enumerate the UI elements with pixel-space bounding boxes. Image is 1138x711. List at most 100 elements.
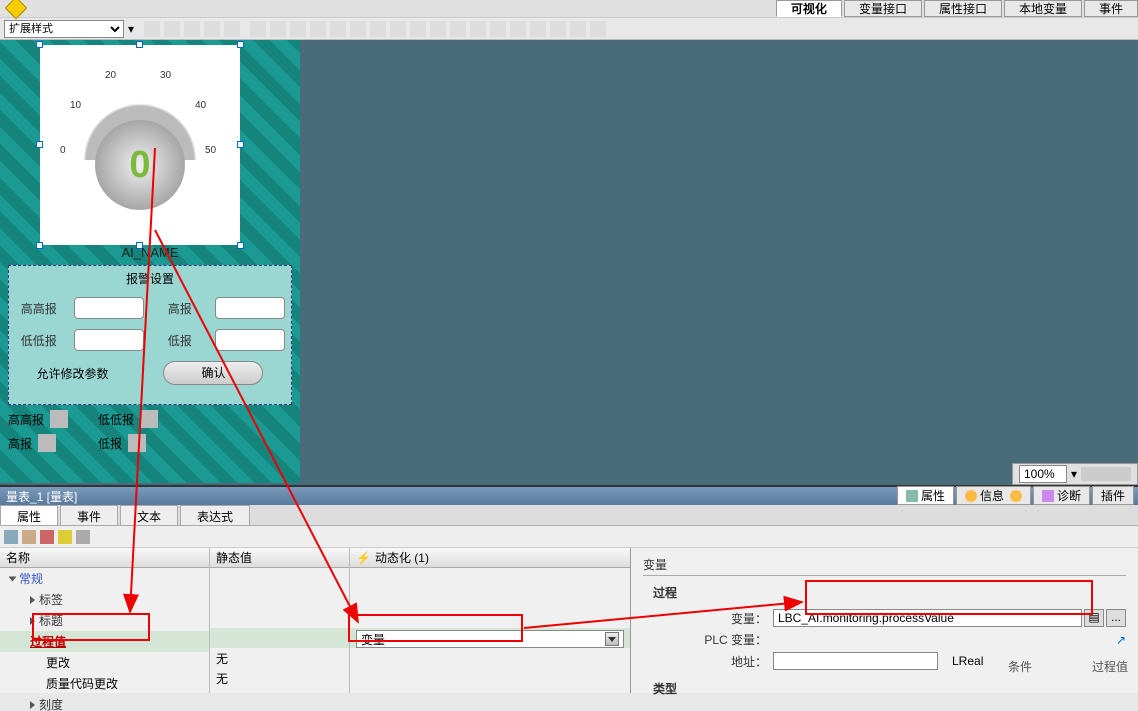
datatype-value: LReal (948, 654, 1008, 668)
object-title: 量表_1 [量表] (6, 490, 77, 504)
zoom-input[interactable] (1019, 465, 1067, 483)
addr-input[interactable] (773, 652, 938, 670)
tab-visualization[interactable]: 可视化 (776, 0, 842, 17)
filter-icon[interactable] (40, 530, 54, 544)
gauge-widget[interactable]: 0 10 20 30 40 50 0 (40, 45, 240, 245)
tree-scale[interactable]: 刻度 (0, 694, 209, 711)
col-head-name[interactable]: 名称 (0, 548, 209, 568)
subtab-expr[interactable]: 表达式 (180, 505, 250, 525)
tool-btn[interactable] (144, 21, 160, 37)
tree-tag[interactable]: 标签 (0, 589, 209, 610)
tree-change[interactable]: 更改 (0, 652, 209, 673)
tool-btn[interactable] (330, 21, 346, 37)
lolo-label: 低低报 (15, 332, 63, 349)
tool-btn[interactable] (530, 21, 546, 37)
chevron-down-icon[interactable] (605, 632, 619, 646)
zoom-slider[interactable] (1081, 467, 1131, 481)
plc-label: PLC 变量： (653, 631, 773, 648)
tool-btn[interactable] (290, 21, 306, 37)
variable-input[interactable] (773, 609, 1082, 627)
tool-btn[interactable] (164, 21, 180, 37)
tool-btn[interactable] (570, 21, 586, 37)
tool-btn[interactable] (410, 21, 426, 37)
alarm-title: 报警设置 (9, 270, 291, 287)
tree-title[interactable]: 标题 (0, 610, 209, 631)
tab-prop-interface[interactable]: 属性接口 (924, 0, 1002, 17)
tool-btn[interactable] (270, 21, 286, 37)
tool-btn[interactable] (550, 21, 566, 37)
tool-btn[interactable] (590, 21, 606, 37)
property-subtabs: 属性 事件 文本 表达式 (0, 505, 1138, 526)
style-select[interactable]: 扩展样式 (4, 20, 124, 38)
tool-btn[interactable] (224, 21, 240, 37)
col-head-dynamic[interactable]: ⚡动态化 (1) (350, 548, 630, 568)
subtab-text[interactable]: 文本 (120, 505, 178, 525)
tool-btn[interactable] (204, 21, 220, 37)
tab-events[interactable]: 事件 (1084, 0, 1138, 17)
selection-handle[interactable] (36, 141, 43, 148)
faceplate[interactable]: 0 10 20 30 40 50 0 AI_NAME 报警设置 高高报 高报 (0, 40, 300, 483)
col-head-static[interactable]: 静态值 (210, 548, 349, 568)
ptab-plugin[interactable]: 插件 (1092, 486, 1134, 505)
selection-handle[interactable] (237, 41, 244, 48)
subtab-properties[interactable]: 属性 (0, 505, 58, 525)
selection-handle[interactable] (237, 141, 244, 148)
tool-btn[interactable] (350, 21, 366, 37)
hihi-label: 高高报 (15, 300, 63, 317)
main-tabs: 可视化 变量接口 属性接口 本地变量 事件 (774, 0, 1138, 17)
ptab-info[interactable]: 信息 (956, 486, 1031, 505)
hi-input[interactable] (215, 297, 285, 319)
allow-edit-label: 允许修改参数 (36, 365, 108, 382)
selection-handle[interactable] (136, 41, 143, 48)
selection-handle[interactable] (36, 41, 43, 48)
tool-btn[interactable] (390, 21, 406, 37)
property-titlebar: 量表_1 [量表] 属性 信息 诊断 插件 (0, 485, 1138, 505)
filter-icon[interactable] (22, 530, 36, 544)
confirm-button[interactable]: 确认 (163, 361, 263, 385)
tool-btn[interactable] (490, 21, 506, 37)
static-cell-process[interactable] (210, 628, 349, 648)
design-canvas[interactable]: 0 10 20 30 40 50 0 AI_NAME 报警设置 高高报 高报 (0, 40, 1138, 485)
tool-btn[interactable] (310, 21, 326, 37)
tool-btn[interactable] (450, 21, 466, 37)
hihi-input[interactable] (74, 297, 144, 319)
dynamic-cell-process[interactable]: 变量 (350, 628, 630, 648)
toolbar: 扩展样式 ▾ (0, 18, 1138, 40)
tool-btn[interactable] (184, 21, 200, 37)
tool-btn[interactable] (470, 21, 486, 37)
dynamic-column: ⚡动态化 (1) 变量 (350, 548, 630, 693)
static-cell-change: 无 (210, 648, 349, 668)
type-group: 类型 (653, 678, 1126, 699)
variable-group: 变量 (643, 554, 1126, 576)
top-bar: 可视化 变量接口 属性接口 本地变量 事件 (0, 0, 1138, 18)
tool-btn[interactable] (430, 21, 446, 37)
more-button[interactable]: ... (1106, 609, 1126, 627)
tab-local-var[interactable]: 本地变量 (1004, 0, 1082, 17)
right-panel: 变量 过程 变量： ▤ ... PLC 变量： ↗ 地址： LReal 类型 条… (630, 548, 1138, 693)
list-button[interactable]: ▤ (1084, 609, 1104, 627)
tree-root-general[interactable]: 常规 (0, 568, 209, 589)
ptab-diag[interactable]: 诊断 (1033, 486, 1090, 505)
filter-icon[interactable] (4, 530, 18, 544)
alarm-settings-box[interactable]: 报警设置 高高报 高报 低低报 低报 允许修改参数 确认 (8, 265, 292, 405)
status-lolo-label: 低低报 (98, 411, 134, 428)
dynamic-combo[interactable]: 变量 (356, 630, 624, 648)
lolo-input[interactable] (74, 329, 144, 351)
dropdown-icon[interactable]: ▾ (128, 22, 134, 36)
tool-btn[interactable] (510, 21, 526, 37)
ptab-properties[interactable]: 属性 (897, 486, 954, 505)
tree-process-value[interactable]: 过程值 (0, 631, 209, 652)
link-icon[interactable]: ↗ (1116, 633, 1126, 647)
funnel-icon[interactable] (58, 530, 72, 544)
tab-var-interface[interactable]: 变量接口 (844, 0, 922, 17)
lo-input[interactable] (215, 329, 285, 351)
col-condition: 条件 (1008, 658, 1032, 675)
tool-btn[interactable] (370, 21, 386, 37)
tree-quality[interactable]: 质量代码更改 (0, 673, 209, 694)
zoom-dropdown-icon[interactable]: ▾ (1071, 467, 1077, 481)
clear-icon[interactable] (76, 530, 90, 544)
diagnostic-icon (1042, 490, 1054, 502)
property-body: 名称 常规 标签 标题 过程值 更改 质量代码更改 刻度 静态值 无 无 ⚡动态… (0, 548, 1138, 693)
tool-btn[interactable] (250, 21, 266, 37)
subtab-events[interactable]: 事件 (60, 505, 118, 525)
